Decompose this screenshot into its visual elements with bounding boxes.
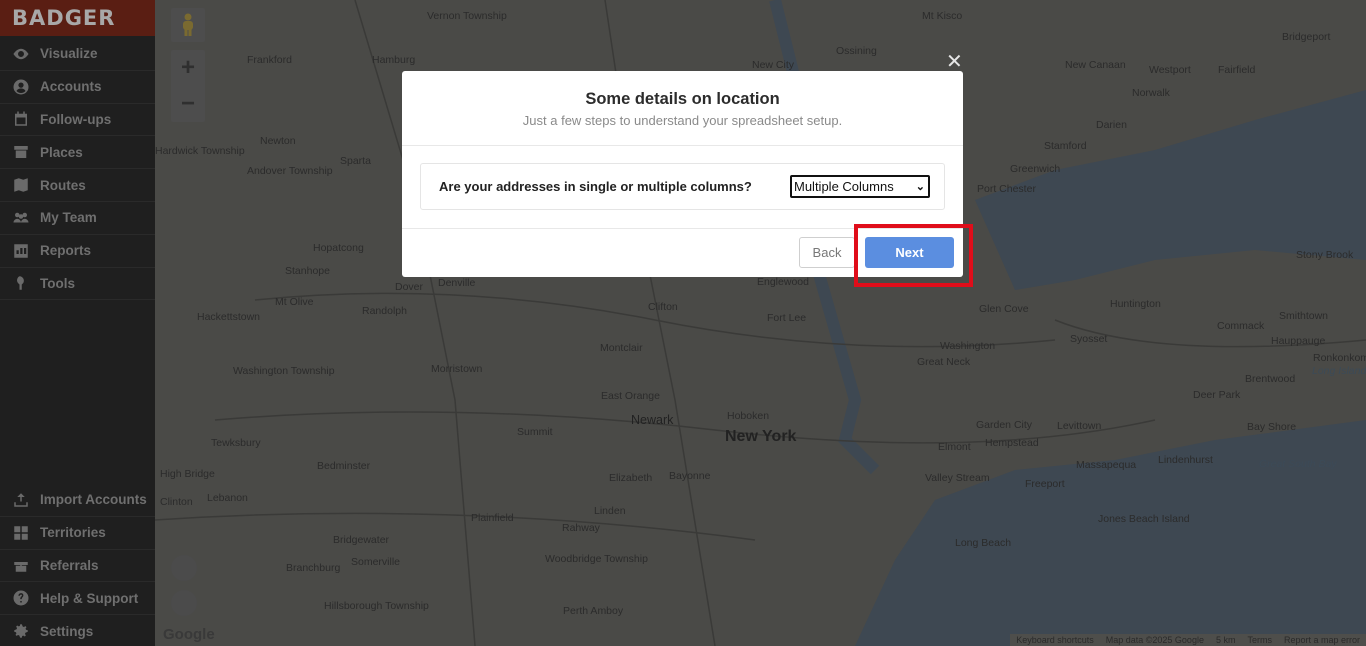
- dialog-title: Some details on location: [585, 90, 780, 108]
- dialog-header: Some details on location Just a few step…: [402, 71, 963, 146]
- question-row: Are your addresses in single or multiple…: [420, 163, 945, 210]
- address-columns-select[interactable]: Multiple Columns ⌄: [790, 175, 930, 198]
- next-button-highlight: [854, 224, 973, 287]
- dialog-body: Are your addresses in single or multiple…: [402, 146, 963, 229]
- select-value: Multiple Columns: [794, 179, 894, 194]
- chevron-down-icon: ⌄: [915, 181, 925, 193]
- close-icon[interactable]: ✕: [946, 52, 963, 72]
- dialog-subtitle: Just a few steps to understand your spre…: [522, 113, 843, 128]
- address-columns-question: Are your addresses in single or multiple…: [439, 179, 752, 194]
- back-button[interactable]: Back: [799, 237, 855, 268]
